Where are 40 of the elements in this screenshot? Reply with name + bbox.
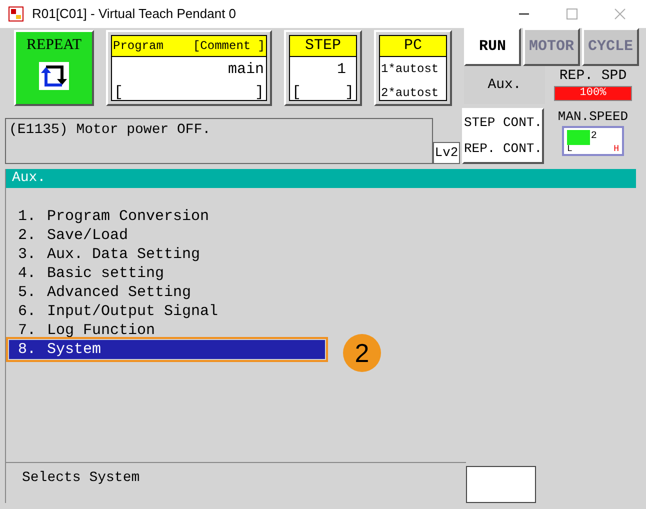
menu-item[interactable]: 5. Advanced Setting [9, 283, 325, 302]
high-label: H [614, 145, 619, 154]
message-panel: (E1135) Motor power OFF. [5, 118, 433, 164]
aux-label: Aux. [464, 66, 545, 104]
program-header: Program [113, 38, 164, 55]
menu-item[interactable]: 1. Program Conversion [9, 207, 325, 226]
comment-header: [Comment ] [192, 38, 265, 55]
bracket: [ [114, 83, 124, 103]
program-name: main [226, 60, 265, 80]
menu-item[interactable]: 3. Aux. Data Setting [9, 245, 325, 264]
menu-title-bar: Aux. [6, 169, 636, 188]
pc-line: 1*autost [380, 61, 440, 78]
rep-speed-reading: 100% [578, 87, 608, 100]
panel-header: PC [380, 36, 446, 57]
mode-label: REPEAT [26, 36, 82, 55]
bracket: ] [254, 83, 264, 103]
menu-item[interactable]: 7. Log Function [9, 321, 325, 340]
pc-line: 2*autost [380, 85, 440, 102]
man-speed-reading: 2 [590, 130, 597, 144]
mode-button[interactable]: RUN [464, 28, 521, 66]
level-badge: Lv2 [433, 142, 460, 164]
input-field[interactable] [466, 466, 536, 503]
step-value: 1 [336, 60, 347, 80]
menu-item[interactable]: 2. Save/Load [9, 226, 325, 245]
continuity-mode: STEP CONT. [464, 115, 542, 131]
bracket: [ [292, 83, 302, 103]
repeat-icon [38, 60, 70, 90]
panel-header: STEP [290, 36, 356, 57]
continuity-mode: REP. CONT. [464, 141, 542, 157]
menu-item[interactable]: 8. System [9, 340, 325, 359]
rep-speed-label: REP. SPD [559, 67, 627, 86]
menu-item[interactable]: 4. Basic setting [9, 264, 325, 283]
annotation-badge: 2 [343, 334, 381, 372]
status-text: Selects System [21, 470, 140, 486]
man-speed-label: MAN.SPEED [558, 108, 628, 126]
menu-item[interactable]: 6. Input/Output Signal [9, 302, 325, 321]
bracket: ] [344, 83, 354, 103]
app-icon [8, 6, 24, 22]
window-title: R01[C01] - Virtual Teach Pendant 0 [32, 5, 236, 24]
low-label: L [567, 145, 572, 154]
